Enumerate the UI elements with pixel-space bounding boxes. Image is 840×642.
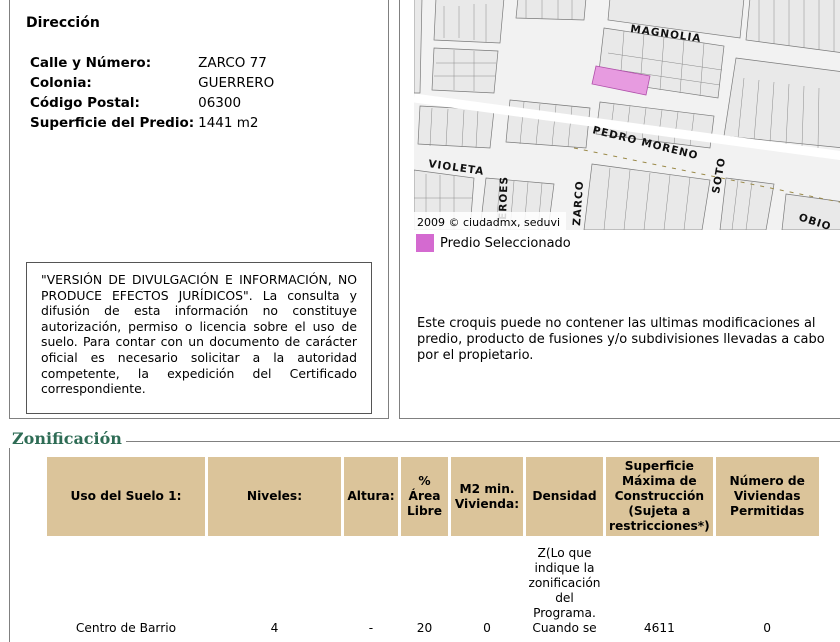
address-table: Calle y Número: ZARCO 77 Colonia: GUERRE… (30, 54, 274, 134)
map-drawing: MAGNOLIA PEDRO MORENO VIOLETA EROES ZARC… (414, 0, 840, 230)
zonificacion-title: Zonificación (8, 429, 126, 448)
croquis-note: Este croquis puede no contener las ultim… (417, 316, 825, 363)
col-numero-viviendas: Número de Viviendas Permitidas (715, 457, 819, 536)
table-row: Centro de Barrio 4 - 20 0 Z(Lo que indiq… (47, 536, 819, 636)
cell-m2-min: 0 (483, 621, 491, 635)
address-label: Colonia: (30, 75, 92, 91)
map-panel: MAGNOLIA PEDRO MORENO VIOLETA EROES ZARC… (399, 0, 840, 419)
map-legend: Predio Seleccionado (416, 234, 571, 252)
cell-superficie: 4611 (643, 621, 675, 635)
address-label: Calle y Número: (30, 55, 152, 71)
map-credit: 2009 © ciudadmx, seduvi (417, 216, 560, 229)
col-area-libre: % Área Libre (401, 457, 448, 536)
address-row: Superficie del Predio: 1441 m2 (30, 114, 274, 134)
selected-parcel-swatch (416, 234, 434, 252)
zonificacion-table: Uso del Suelo 1: Niveles: Altura: % Área… (44, 457, 822, 636)
cell-altura: - (368, 621, 374, 635)
direccion-heading: Dirección (26, 15, 100, 31)
cell-densidad: Z(Lo que indique la zonificación del Pro… (528, 546, 601, 635)
address-value: GUERRERO (198, 75, 275, 91)
parcel-map[interactable]: MAGNOLIA PEDRO MORENO VIOLETA EROES ZARC… (414, 0, 840, 230)
col-uso-suelo: Uso del Suelo 1: (47, 457, 205, 536)
cell-viviendas: 0 (763, 621, 772, 635)
address-row: Código Postal: 06300 (30, 94, 274, 114)
cell-uso-suelo: Centro de Barrio (75, 621, 177, 635)
address-label: Código Postal: (30, 95, 140, 111)
address-row: Colonia: GUERRERO (30, 74, 274, 94)
col-superficie-maxima: Superficie Máxima de Construcción (Sujet… (606, 457, 713, 536)
table-header-row: Uso del Suelo 1: Niveles: Altura: % Área… (47, 457, 819, 536)
address-value: 06300 (198, 95, 242, 111)
address-label: Superficie del Predio: (30, 115, 195, 131)
col-niveles: Niveles: (208, 457, 341, 536)
col-m2-min-vivienda: M2 min. Vivienda: (451, 457, 523, 536)
col-altura: Altura: (344, 457, 398, 536)
address-row: Calle y Número: ZARCO 77 (30, 54, 274, 74)
direccion-panel: Dirección Calle y Número: ZARCO 77 Colon… (9, 0, 389, 419)
disclaimer-box: "VERSIÓN DE DIVULGACIÓN E INFORMACIÓN, N… (26, 262, 372, 414)
cell-area-libre: 20 (416, 621, 433, 635)
legend-label: Predio Seleccionado (440, 235, 571, 251)
address-value: 1441 m2 (198, 115, 259, 131)
cell-niveles: 4 (270, 621, 279, 635)
col-densidad: Densidad (526, 457, 603, 536)
address-value: ZARCO 77 (198, 55, 267, 71)
